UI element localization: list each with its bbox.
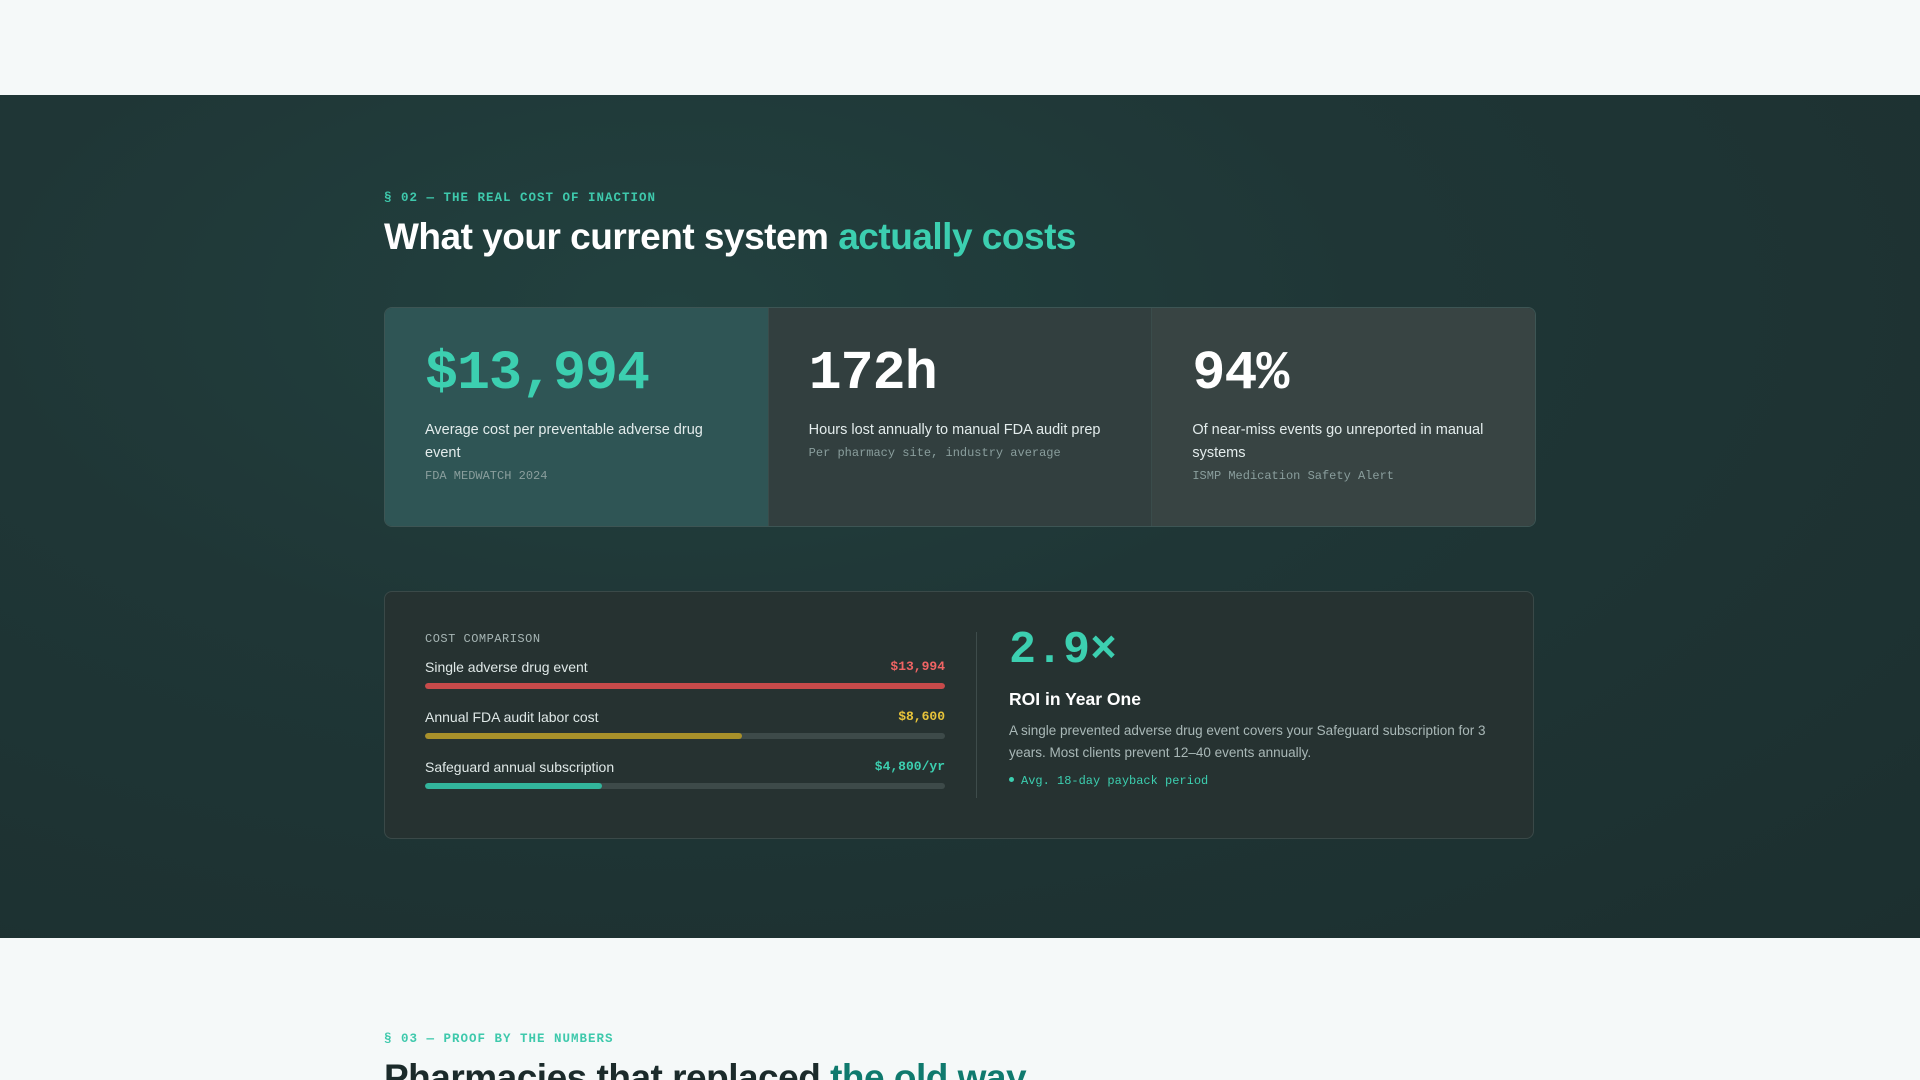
section-title: What your current system actually costs xyxy=(384,216,1076,258)
top-band xyxy=(0,0,1920,95)
bar-fill xyxy=(425,683,945,689)
title-main: What your current system xyxy=(384,216,839,257)
comparison-title: COST COMPARISON xyxy=(425,632,541,646)
roi-note: Avg. 18-day payback period xyxy=(1009,774,1499,788)
stat-description: Hours lost annually to manual FDA audit … xyxy=(808,422,1101,438)
cost-section: § 02 — THE REAL COST OF INACTION What yo… xyxy=(0,95,1920,938)
bar-row-audit-labor: Annual FDA audit labor cost $8,600 xyxy=(425,709,945,746)
section-title: Pharmacies that replaced the old way xyxy=(384,1057,1027,1080)
stat-source: Per pharmacy site, industry average xyxy=(808,446,1061,460)
stat-value: $13,994 xyxy=(425,342,650,405)
roi-description: A single prevented adverse drug event co… xyxy=(1009,723,1486,760)
bar-row-adverse-event: Single adverse drug event $13,994 xyxy=(425,659,945,696)
stat-source: FDA MEDWATCH 2024 xyxy=(425,469,548,483)
bar-label: Safeguard annual subscription xyxy=(425,759,615,775)
title-accent: actually costs xyxy=(838,216,1076,257)
bar-row-subscription: Safeguard annual subscription $4,800/yr xyxy=(425,759,945,796)
stat-card-unreported-events: 94% Of near-miss events go unreported in… xyxy=(1151,308,1535,526)
dot-icon xyxy=(1009,777,1014,783)
bar-track xyxy=(425,783,945,789)
cost-comparison-chart: COST COMPARISON Single adverse drug even… xyxy=(425,632,945,796)
roi-note-text: Avg. 18-day payback period xyxy=(1021,774,1209,788)
stat-source: ISMP Medication Safety Alert xyxy=(1192,469,1394,483)
stat-description: Of near-miss events go unreported in man… xyxy=(1192,422,1484,461)
stat-card-adverse-event-cost: $13,994 Average cost per preventable adv… xyxy=(385,308,768,526)
bar-value: $13,994 xyxy=(890,659,945,674)
roi-summary: 2.9× ROI in Year One A single prevented … xyxy=(1009,628,1499,788)
bar-label: Annual FDA audit labor cost xyxy=(425,709,599,725)
stat-description: Average cost per preventable adverse dru… xyxy=(425,422,703,461)
panel-divider xyxy=(976,632,977,798)
roi-value: 2.9× xyxy=(1009,625,1118,676)
bar-value: $4,800/yr xyxy=(874,759,945,774)
cost-comparison-panel: COST COMPARISON Single adverse drug even… xyxy=(384,591,1534,839)
bar-track xyxy=(425,733,945,739)
proof-section: § 03 — PROOF BY THE NUMBERS Pharmacies t… xyxy=(0,938,1920,1080)
stat-value: 172h xyxy=(808,342,938,405)
stat-card-audit-hours: 172h Hours lost annually to manual FDA a… xyxy=(767,308,1152,526)
roi-title: ROI in Year One xyxy=(1009,689,1141,709)
bar-fill xyxy=(425,733,743,739)
section-eyebrow: § 03 — PROOF BY THE NUMBERS xyxy=(384,1032,614,1046)
title-main: Pharmacies that replaced xyxy=(384,1057,831,1080)
title-accent: the old way xyxy=(830,1057,1027,1080)
bar-value: $8,600 xyxy=(898,709,945,724)
stat-value: 94% xyxy=(1192,342,1289,405)
stats-panel: $13,994 Average cost per preventable adv… xyxy=(384,307,1536,527)
bar-fill xyxy=(425,783,602,789)
bar-track xyxy=(425,683,945,689)
section-eyebrow: § 02 — THE REAL COST OF INACTION xyxy=(384,191,657,205)
bar-label: Single adverse drug event xyxy=(425,659,588,675)
